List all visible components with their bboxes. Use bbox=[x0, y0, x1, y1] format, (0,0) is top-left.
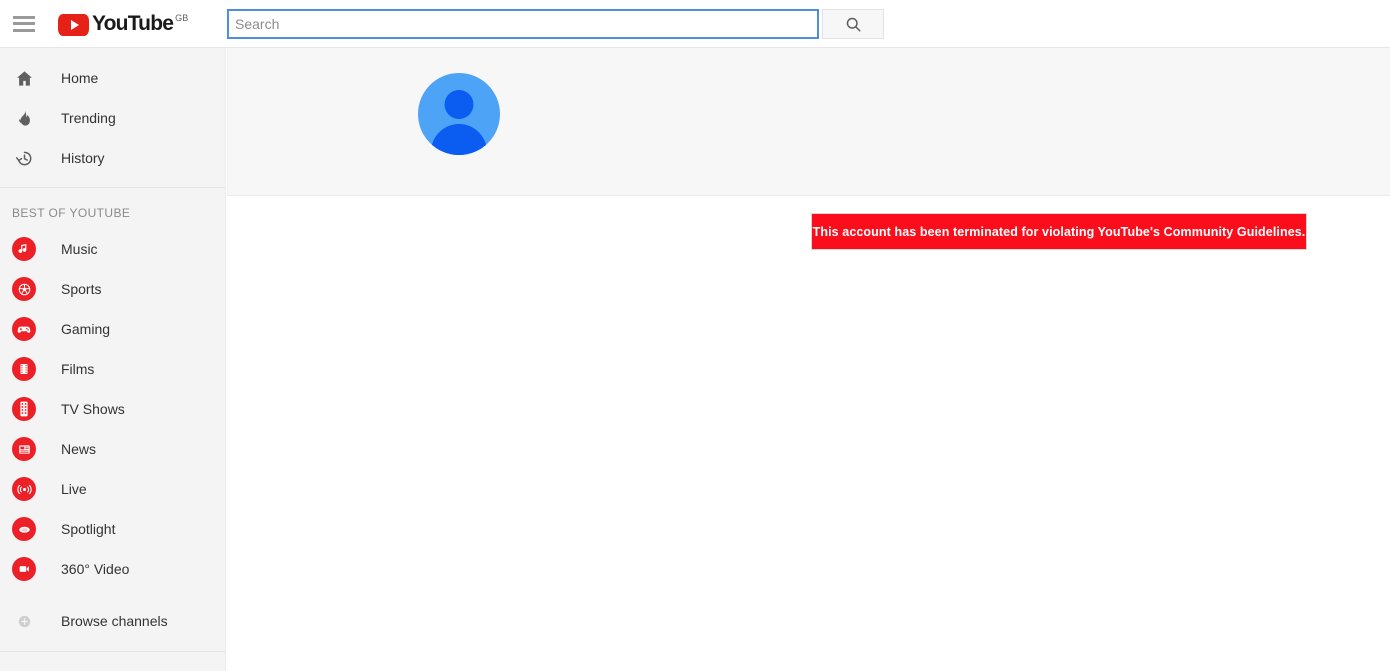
tv-shows-icon bbox=[12, 397, 36, 421]
channel-header-banner bbox=[227, 48, 1390, 196]
logo-country-code: GB bbox=[175, 12, 189, 23]
search-input[interactable] bbox=[227, 9, 819, 39]
sports-ball-icon bbox=[12, 277, 36, 301]
sidebar: Home Trending History BEST OF YOUTUBE Mu… bbox=[0, 48, 226, 671]
sidebar-item-gaming[interactable]: Gaming bbox=[0, 309, 225, 349]
sidebar-item-browse-channels[interactable]: Browse channels bbox=[0, 601, 225, 641]
sidebar-item-label: 360° Video bbox=[61, 561, 130, 577]
sidebar-item-label: Gaming bbox=[61, 321, 111, 337]
hamburger-line bbox=[13, 15, 35, 19]
spotlight-icon bbox=[12, 517, 36, 541]
sidebar-item-label: TV Shows bbox=[61, 401, 125, 417]
search-icon bbox=[846, 17, 861, 32]
alert-message: This account has been terminated for vio… bbox=[812, 224, 1306, 239]
sidebar-item-label: Films bbox=[61, 361, 95, 377]
music-note-icon bbox=[12, 237, 36, 261]
sidebar-item-label: Home bbox=[61, 70, 99, 86]
avatar-head bbox=[444, 90, 474, 119]
play-triangle bbox=[70, 19, 79, 30]
account-terminated-alert: This account has been terminated for vio… bbox=[811, 213, 1307, 250]
live-broadcast-icon bbox=[12, 477, 36, 501]
sidebar-item-tv-shows[interactable]: TV Shows bbox=[0, 389, 225, 429]
newspaper-icon bbox=[12, 437, 36, 461]
avatar-body bbox=[431, 124, 487, 155]
sidebar-item-label: Browse channels bbox=[61, 613, 168, 629]
sidebar-item-label: Spotlight bbox=[61, 521, 116, 537]
sidebar-item-label: Music bbox=[61, 241, 98, 257]
sidebar-item-sports[interactable]: Sports bbox=[0, 269, 225, 309]
search-button[interactable] bbox=[822, 9, 884, 39]
hamburger-line bbox=[13, 28, 35, 32]
sidebar-section-title: BEST OF YOUTUBE bbox=[12, 206, 131, 220]
flame-icon bbox=[12, 106, 36, 130]
gamepad-icon bbox=[12, 317, 36, 341]
sidebar-item-trending[interactable]: Trending bbox=[0, 98, 225, 138]
top-navigation-bar: YouTube GB bbox=[0, 0, 1390, 48]
search-area bbox=[227, 9, 884, 39]
sidebar-bottom-divider bbox=[0, 651, 225, 652]
home-icon bbox=[12, 66, 36, 90]
sidebar-item-music[interactable]: Music bbox=[0, 229, 225, 269]
hamburger-line bbox=[13, 22, 35, 25]
youtube-play-icon bbox=[58, 13, 89, 36]
sidebar-item-films[interactable]: Films bbox=[0, 349, 225, 389]
sidebar-item-live[interactable]: Live bbox=[0, 469, 225, 509]
main-content: This account has been terminated for vio… bbox=[227, 48, 1390, 671]
sidebar-item-label: Sports bbox=[61, 281, 102, 297]
plus-circle-icon bbox=[12, 609, 36, 633]
sidebar-item-label: Live bbox=[61, 481, 87, 497]
sidebar-item-label: History bbox=[61, 150, 105, 166]
youtube-wordmark: YouTube bbox=[92, 11, 174, 35]
sidebar-item-spotlight[interactable]: Spotlight bbox=[0, 509, 225, 549]
sidebar-channels-group: Music Sports Gaming Films TV Shows News … bbox=[0, 229, 225, 589]
youtube-logo[interactable]: YouTube GB bbox=[58, 12, 189, 36]
sidebar-item-history[interactable]: History bbox=[0, 138, 225, 178]
avatar bbox=[418, 73, 500, 155]
sidebar-item-label: News bbox=[61, 441, 97, 457]
history-clock-icon bbox=[12, 146, 36, 170]
sidebar-item-home[interactable]: Home bbox=[0, 58, 225, 98]
hamburger-menu-icon[interactable] bbox=[11, 15, 37, 33]
sidebar-item-news[interactable]: News bbox=[0, 429, 225, 469]
sidebar-item-360-video[interactable]: 360° Video bbox=[0, 549, 225, 589]
sidebar-item-label: Trending bbox=[61, 110, 116, 126]
film-strip-icon bbox=[12, 357, 36, 381]
sidebar-primary-group: Home Trending History bbox=[0, 48, 225, 178]
video-360-icon bbox=[12, 557, 36, 581]
